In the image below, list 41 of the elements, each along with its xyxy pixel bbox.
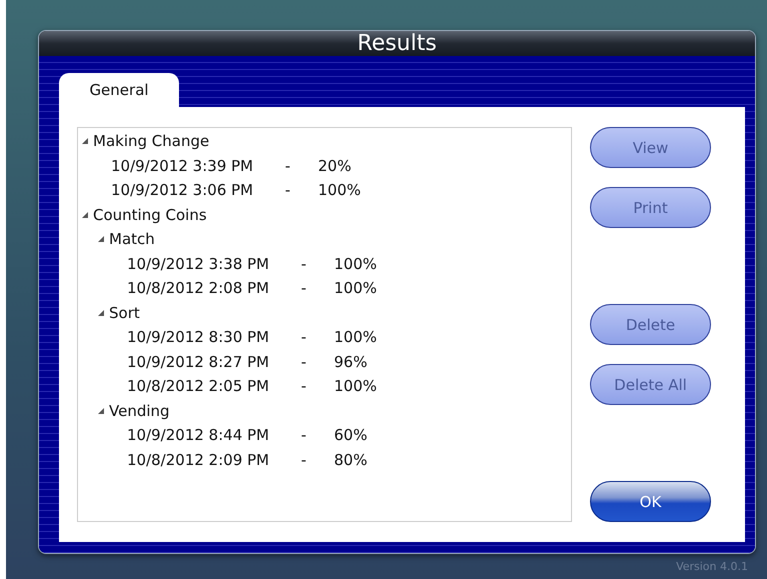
result-date: 10/9/2012 8:27 PM: [127, 352, 270, 371]
separator-text: -: [301, 279, 308, 298]
expanded-triangle-icon[interactable]: [97, 406, 105, 415]
result-score: 100%: [318, 181, 361, 200]
version-text: Version 4.0.1: [676, 560, 748, 573]
result-date: 10/8/2012 2:09 PM: [127, 450, 270, 469]
separator-text: -: [285, 181, 292, 200]
tree-group-label[interactable]: Counting Coins: [93, 206, 207, 224]
window-title: Results: [357, 31, 437, 56]
separator-text: -: [301, 328, 308, 346]
tree-group-label[interactable]: Sort: [109, 304, 140, 322]
result-score: 80%: [334, 450, 368, 469]
result-score: 100%: [334, 279, 377, 298]
result-score: 60%: [334, 426, 368, 444]
result-date: 10/9/2012 8:44 PM: [127, 426, 270, 444]
ok-button[interactable]: OK: [590, 481, 711, 522]
tree-group-label[interactable]: Making Change: [93, 132, 210, 150]
separator-text: -: [285, 156, 292, 175]
result-score: 100%: [334, 377, 377, 396]
result-date: 10/8/2012 2:08 PM: [127, 279, 270, 298]
result-date: 10/9/2012 3:39 PM: [111, 156, 254, 175]
tab[interactable]: General: [59, 73, 179, 107]
separator-text: -: [301, 426, 308, 444]
result-date: 10/9/2012 3:06 PM: [111, 181, 254, 200]
expanded-triangle-icon[interactable]: [97, 308, 105, 317]
expanded-triangle-icon[interactable]: [81, 210, 89, 219]
separator-text: -: [301, 254, 308, 273]
result-score: 20%: [318, 156, 352, 175]
expanded-triangle-icon[interactable]: [81, 137, 89, 146]
result-score: 100%: [334, 254, 377, 273]
result-date: 10/9/2012 8:30 PM: [127, 328, 270, 346]
separator-text: -: [301, 352, 308, 371]
tree-group-label[interactable]: Vending: [109, 402, 170, 420]
separator-text: -: [301, 450, 308, 469]
result-score: 96%: [334, 352, 368, 371]
separator-text: -: [301, 377, 308, 396]
result-date: 10/8/2012 2:05 PM: [127, 377, 270, 396]
result-date: 10/9/2012 3:38 PM: [127, 254, 270, 273]
expanded-triangle-icon[interactable]: [97, 235, 105, 244]
result-score: 100%: [334, 328, 377, 346]
tree-group-label[interactable]: Match: [109, 230, 155, 248]
